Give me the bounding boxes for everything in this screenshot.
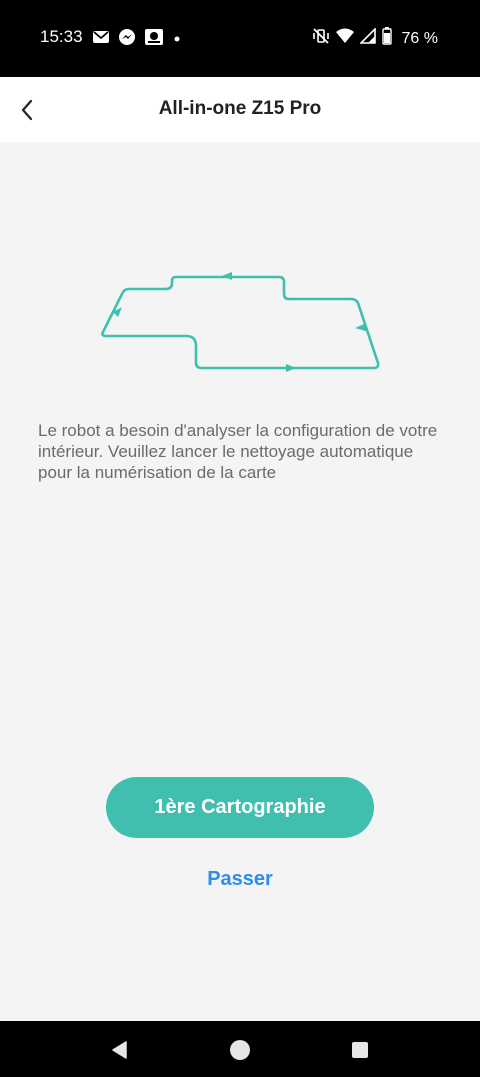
home-circle-icon xyxy=(230,1040,250,1060)
status-time: 15:33 xyxy=(40,27,83,46)
vibrate-off-icon xyxy=(312,27,330,50)
system-icons: 76 % xyxy=(312,27,438,50)
cleaning-route-icon xyxy=(96,268,384,378)
app-header: All-in-one Z15 Pro xyxy=(0,77,480,142)
status-bar: 15:33 76 % xyxy=(0,0,480,77)
nav-back-button[interactable] xyxy=(108,1038,132,1062)
camera-app-icon xyxy=(144,28,164,51)
nav-recents-button[interactable] xyxy=(348,1038,372,1062)
description-text: Le robot a besoin d'analyser la configur… xyxy=(38,421,438,482)
recents-square-icon xyxy=(352,1042,368,1058)
page-title: All-in-one Z15 Pro xyxy=(158,98,322,119)
system-nav-bar xyxy=(0,1021,480,1077)
messenger-icon xyxy=(118,28,136,51)
start-mapping-button[interactable]: 1ère Cartographie xyxy=(106,777,374,838)
wifi-icon xyxy=(335,28,354,49)
mail-icon xyxy=(92,30,110,49)
back-triangle-icon xyxy=(112,1041,127,1059)
battery-percent: 76 % xyxy=(401,29,438,47)
nav-home-button[interactable] xyxy=(228,1038,252,1062)
notification-icons xyxy=(92,28,182,51)
dot-icon xyxy=(172,31,182,49)
signal-icon xyxy=(358,27,376,49)
skip-link[interactable]: Passer xyxy=(0,868,480,891)
battery-icon xyxy=(381,27,392,50)
